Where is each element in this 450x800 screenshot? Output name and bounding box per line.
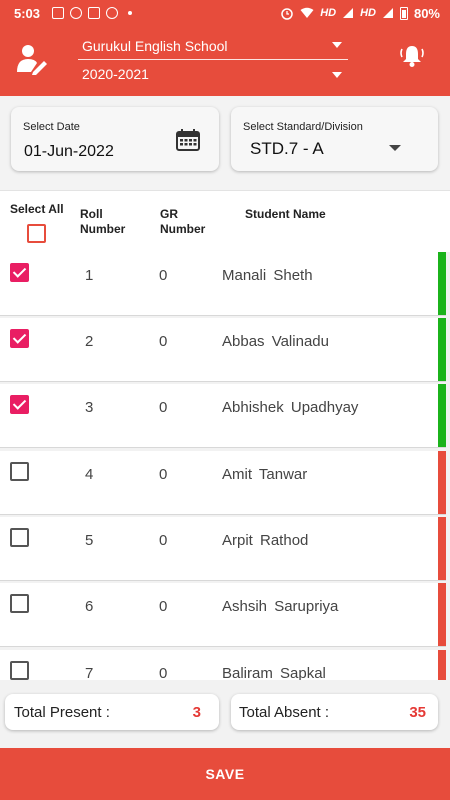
attendance-checkbox[interactable] [10, 462, 29, 481]
gr-number-header: GR Number [160, 207, 206, 236]
roll-number: 6 [85, 598, 94, 615]
gr-number: 0 [159, 532, 168, 549]
student-name: Abbas Valinadu [222, 333, 329, 350]
total-present-label: Total Present : [14, 704, 110, 721]
status-indicator [438, 384, 446, 447]
roll-number-header: Roll Number [80, 207, 126, 236]
filters-panel: Select Date 01-Jun-2022 Select Standard/… [0, 96, 450, 190]
school-name: Gurukul English School [82, 38, 228, 54]
table-row[interactable]: 2 0 Abbas Valinadu [0, 318, 446, 382]
wifi-icon [300, 7, 314, 18]
sync-icon [106, 7, 119, 19]
roll-number: 1 [85, 267, 94, 284]
gr-number: 0 [159, 399, 168, 416]
signal-icon-2 [382, 8, 393, 18]
totals-panel: Total Present : 3 Total Absent : 35 [0, 680, 450, 748]
roll-number: 2 [85, 333, 94, 350]
attendance-checkbox[interactable] [10, 329, 29, 348]
select-all-label: Select All [10, 202, 64, 216]
standard-value: STD.7 - A [250, 139, 324, 158]
alarm-icon [281, 8, 293, 20]
table-row[interactable]: 4 0 Amit Tanwar [0, 451, 446, 515]
table-row[interactable]: 6 0 Ashsih Sarupriya [0, 583, 446, 647]
status-indicator [438, 252, 446, 315]
gr-number: 0 [159, 466, 168, 483]
status-indicator [438, 318, 446, 381]
attendance-checkbox[interactable] [10, 661, 29, 680]
status-time: 5:03 [14, 5, 41, 21]
total-absent-card: Total Absent : 35 [231, 694, 438, 730]
more-notifications-icon [128, 11, 133, 15]
attendance-checkbox[interactable] [10, 263, 29, 282]
status-indicator [438, 650, 446, 680]
bell-icon[interactable] [399, 43, 425, 69]
notification-icons [52, 7, 133, 19]
student-name: Manali Sheth [222, 267, 313, 284]
gr-number: 0 [159, 333, 168, 350]
total-present-value: 3 [192, 704, 201, 721]
table-row[interactable]: 5 0 Arpit Rathod [0, 517, 446, 581]
roll-number: 5 [85, 532, 94, 549]
date-label: Select Date [23, 121, 80, 133]
save-button[interactable]: SAVE [0, 748, 450, 800]
table-row[interactable]: 1 0 Manali Sheth [0, 252, 446, 316]
gr-number: 0 [159, 267, 168, 284]
table-header: Select All Roll Number GR Number Student… [0, 190, 450, 252]
academic-year: 2020-2021 [82, 66, 149, 82]
status-bar: 5:03 HD HD 80% [0, 0, 450, 26]
chevron-down-icon [332, 72, 342, 78]
roll-number: 4 [85, 466, 94, 483]
network-type-2: HD [360, 7, 376, 19]
school-dropdown[interactable]: Gurukul English School [78, 34, 348, 60]
date-value: 01-Jun-2022 [24, 143, 114, 160]
roll-number: 3 [85, 399, 94, 416]
status-indicator [438, 451, 446, 514]
attendance-checkbox[interactable] [10, 528, 29, 547]
student-name-header: Student Name [245, 207, 326, 221]
table-row[interactable]: 3 0 Abhishek Upadhyay [0, 384, 446, 448]
select-all-checkbox[interactable] [27, 224, 46, 243]
student-name: Ashsih Sarupriya [222, 598, 339, 615]
student-name: Baliram Sapkal [222, 665, 326, 680]
chevron-down-icon [332, 42, 342, 48]
attendance-checkbox[interactable] [10, 594, 29, 613]
status-right: HD HD 80% [280, 6, 440, 21]
student-name: Abhishek Upadhyay [222, 399, 359, 416]
gr-number: 0 [159, 598, 168, 615]
academic-year-dropdown[interactable]: 2020-2021 [78, 66, 348, 88]
standard-division-dropdown[interactable]: Select Standard/Division STD.7 - A [231, 107, 438, 171]
app-header: Gurukul English School 2020-2021 [0, 26, 450, 96]
status-indicator [438, 517, 446, 580]
gr-number: 0 [159, 665, 168, 680]
student-name: Arpit Rathod [222, 532, 309, 549]
app-icon [70, 7, 83, 19]
signal-icon-1 [343, 8, 354, 18]
battery-icon [399, 6, 408, 20]
battery-level: 80% [413, 5, 440, 21]
date-picker[interactable]: Select Date 01-Jun-2022 [11, 107, 219, 171]
attendance-checkbox[interactable] [10, 395, 29, 414]
roll-number: 7 [85, 665, 94, 680]
total-absent-label: Total Absent : [239, 704, 330, 721]
total-absent-value: 35 [409, 704, 426, 721]
network-type-1: HD [320, 7, 337, 19]
student-name: Amit Tanwar [222, 466, 308, 483]
standard-label: Select Standard/Division [243, 121, 363, 133]
message-icon [88, 7, 101, 19]
student-list[interactable]: 1 0 Manali Sheth 2 0 Abbas Valinadu 3 0 … [0, 252, 450, 680]
table-row[interactable]: 7 0 Baliram Sapkal [0, 650, 446, 680]
total-present-card: Total Present : 3 [5, 694, 219, 730]
user-edit-icon[interactable] [14, 42, 48, 76]
gallery-icon [52, 7, 65, 19]
calendar-icon[interactable] [176, 129, 200, 151]
status-indicator [438, 583, 446, 646]
chevron-down-icon [389, 145, 401, 151]
